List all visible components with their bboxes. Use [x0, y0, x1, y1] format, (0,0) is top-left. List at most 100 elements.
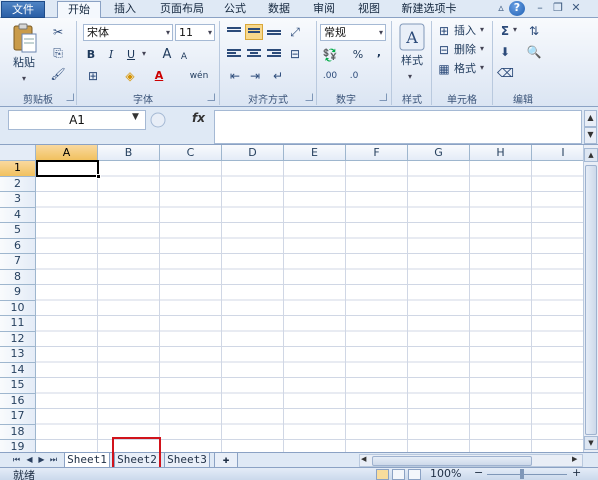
- tab-review[interactable]: 审阅: [306, 1, 342, 18]
- next-sheet-icon[interactable]: ▶: [36, 454, 47, 466]
- help-icon[interactable]: ?: [509, 1, 525, 16]
- font-name-dropdown[interactable]: 宋体 ▾: [83, 24, 173, 41]
- formula-expand-up-icon[interactable]: ▲: [584, 110, 597, 127]
- vertical-scrollbar[interactable]: ▲ ▼: [583, 145, 598, 452]
- format-cells-icon[interactable]: ▦: [436, 61, 452, 77]
- cut-icon[interactable]: ✂: [50, 24, 66, 40]
- minimize-icon[interactable]: –: [532, 1, 548, 16]
- currency-icon[interactable]: 💱: [322, 47, 338, 63]
- font-color-button[interactable]: A: [152, 68, 166, 85]
- phonetic-button[interactable]: wén: [188, 68, 210, 85]
- tab-insert[interactable]: 插入: [106, 1, 144, 18]
- last-sheet-icon[interactable]: ⏭: [48, 454, 59, 466]
- normal-view-icon[interactable]: [376, 469, 389, 480]
- row-header-19[interactable]: 19: [0, 440, 36, 452]
- column-header-d[interactable]: D: [222, 145, 284, 161]
- decrease-decimal-icon[interactable]: .0: [346, 68, 362, 84]
- prev-sheet-icon[interactable]: ◀: [24, 454, 35, 466]
- row-header-7[interactable]: 7: [0, 254, 36, 270]
- font-size-dropdown[interactable]: 11 ▾: [175, 24, 215, 41]
- tab-data[interactable]: 数据: [261, 1, 297, 18]
- zoom-slider[interactable]: [487, 474, 567, 475]
- tab-new-tab[interactable]: 新建选项卡: [397, 1, 461, 18]
- column-header-i[interactable]: I: [532, 145, 583, 161]
- row-header-2[interactable]: 2: [0, 176, 36, 192]
- ribbon-collapse-icon[interactable]: ▵: [493, 1, 509, 16]
- page-layout-view-icon[interactable]: [392, 469, 405, 480]
- chevron-down-icon[interactable]: ▾: [513, 25, 517, 34]
- column-header-c[interactable]: C: [160, 145, 222, 161]
- align-center-icon[interactable]: [247, 49, 261, 61]
- sheet-tab-sheet1[interactable]: Sheet1: [64, 453, 110, 467]
- borders-icon[interactable]: ⊞: [85, 68, 101, 84]
- horizontal-scroll-thumb[interactable]: [372, 456, 532, 466]
- paste-button[interactable]: [10, 22, 40, 56]
- scroll-left-icon[interactable]: ◀: [361, 455, 366, 463]
- zoom-slider-thumb[interactable]: [520, 469, 524, 479]
- format-painter-icon[interactable]: 🖌: [50, 66, 66, 82]
- align-top-icon[interactable]: [227, 27, 241, 39]
- number-format-dropdown[interactable]: 常规 ▾: [320, 24, 386, 41]
- formula-expand-down-icon[interactable]: ▼: [584, 127, 597, 144]
- column-header-g[interactable]: G: [408, 145, 470, 161]
- row-header-13[interactable]: 13: [0, 347, 36, 363]
- scroll-right-icon[interactable]: ▶: [572, 455, 577, 463]
- autosum-icon[interactable]: Σ: [497, 23, 513, 39]
- row-header-3[interactable]: 3: [0, 192, 36, 208]
- decrease-indent-icon[interactable]: ⇤: [227, 68, 243, 84]
- wrap-text-icon[interactable]: ↵: [270, 68, 286, 84]
- orientation-icon[interactable]: ⤢: [287, 24, 303, 40]
- font-launcher-icon[interactable]: [207, 93, 215, 101]
- number-launcher-icon[interactable]: [379, 93, 387, 101]
- row-header-1[interactable]: 1: [0, 161, 36, 177]
- tab-home[interactable]: 开始: [57, 1, 101, 19]
- chevron-down-icon[interactable]: ▾: [408, 72, 412, 81]
- scroll-down-icon[interactable]: ▼: [584, 436, 598, 450]
- insert-function-icon[interactable]: fx: [192, 111, 205, 125]
- row-header-10[interactable]: 10: [0, 300, 36, 316]
- shrink-font-button[interactable]: A: [178, 49, 190, 66]
- row-header-6[interactable]: 6: [0, 238, 36, 254]
- row-header-12[interactable]: 12: [0, 331, 36, 347]
- insert-sheet-icon[interactable]: ✚: [214, 453, 238, 467]
- row-header-4[interactable]: 4: [0, 207, 36, 223]
- styles-button[interactable]: A: [398, 22, 426, 52]
- column-header-f[interactable]: F: [346, 145, 408, 161]
- chevron-down-icon[interactable]: ▾: [480, 44, 484, 53]
- column-header-h[interactable]: H: [470, 145, 532, 161]
- fill-handle[interactable]: [96, 174, 101, 179]
- sort-filter-icon[interactable]: ⇅: [526, 23, 542, 39]
- underline-button[interactable]: U: [124, 47, 138, 64]
- align-bottom-icon[interactable]: [267, 30, 281, 42]
- fill-icon[interactable]: ⬇: [497, 44, 513, 60]
- chevron-down-icon[interactable]: ▼: [132, 112, 139, 122]
- select-all-corner[interactable]: [0, 145, 36, 161]
- paste-dropdown-icon[interactable]: ▾: [22, 74, 26, 83]
- close-icon[interactable]: ✕: [568, 1, 584, 16]
- format-button[interactable]: 格式: [452, 61, 478, 78]
- row-header-5[interactable]: 5: [0, 223, 36, 239]
- percent-button[interactable]: %: [352, 47, 364, 64]
- splitter-icon[interactable]: [150, 110, 170, 130]
- clipboard-launcher-icon[interactable]: [66, 93, 74, 101]
- first-sheet-icon[interactable]: ⏮: [11, 454, 22, 466]
- tab-view[interactable]: 视图: [351, 1, 387, 18]
- column-header-b[interactable]: B: [98, 145, 160, 161]
- active-cell[interactable]: [36, 160, 99, 177]
- comma-button[interactable]: ,: [374, 45, 384, 62]
- sheet-tab-sheet3[interactable]: Sheet3: [164, 453, 210, 467]
- clear-icon[interactable]: ⌫: [497, 65, 514, 81]
- align-right-icon[interactable]: [267, 49, 281, 61]
- row-header-8[interactable]: 8: [0, 269, 36, 285]
- align-left-icon[interactable]: [227, 49, 241, 61]
- restore-icon[interactable]: ❐: [550, 1, 566, 16]
- horizontal-scrollbar[interactable]: ◀ ▶: [359, 454, 583, 467]
- chevron-down-icon[interactable]: ▾: [480, 63, 484, 72]
- page-break-view-icon[interactable]: [408, 469, 421, 480]
- italic-button[interactable]: I: [104, 47, 118, 64]
- column-header-e[interactable]: E: [284, 145, 346, 161]
- find-select-icon[interactable]: 🔍: [526, 44, 542, 60]
- scroll-up-icon[interactable]: ▲: [584, 148, 598, 162]
- name-box[interactable]: A1: [8, 110, 146, 130]
- tab-formulas[interactable]: 公式: [218, 1, 252, 18]
